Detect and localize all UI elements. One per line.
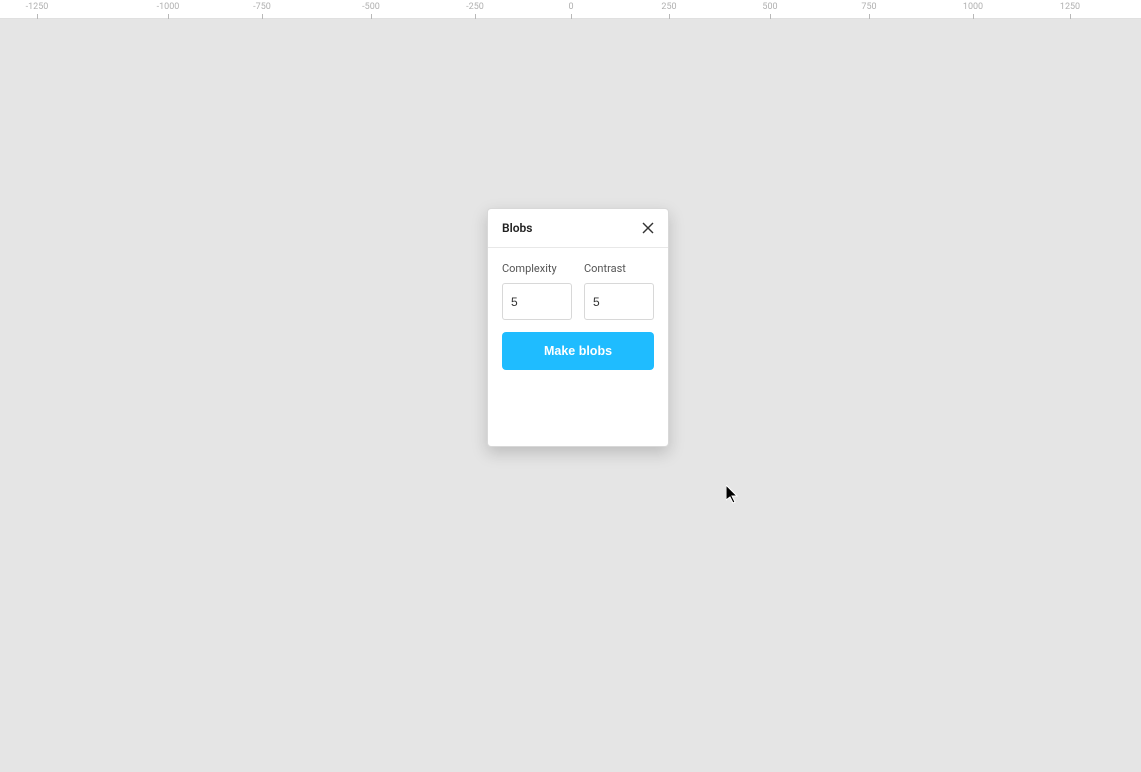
- complexity-input[interactable]: [502, 283, 572, 320]
- close-icon[interactable]: [642, 222, 654, 234]
- complexity-label: Complexity: [502, 262, 572, 275]
- ruler-tick-label: -1000: [157, 2, 180, 12]
- complexity-field-group: Complexity: [502, 262, 572, 320]
- make-blobs-button[interactable]: Make blobs: [502, 332, 654, 370]
- ruler-tick-label: 0: [568, 2, 573, 12]
- ruler-tick-label: 1250: [1060, 2, 1080, 12]
- blobs-dialog: Blobs Complexity Contrast Make blobs: [487, 208, 669, 447]
- ruler-tick-label: 750: [861, 2, 876, 12]
- ruler-tick-label: 250: [661, 2, 676, 12]
- dialog-body: Complexity Contrast Make blobs: [488, 248, 668, 370]
- dialog-header: Blobs: [488, 209, 668, 248]
- ruler-tick-label: 1000: [963, 2, 983, 12]
- ruler-tick-label: -750: [253, 2, 271, 12]
- field-row: Complexity Contrast: [502, 262, 654, 320]
- ruler-tick-label: -250: [466, 2, 484, 12]
- ruler-tick-label: -1250: [26, 2, 49, 12]
- contrast-field-group: Contrast: [584, 262, 654, 320]
- contrast-label: Contrast: [584, 262, 654, 275]
- horizontal-ruler[interactable]: -1250 -1000 -750 -500 -250 0 250 500 750 1000 1250: [0, 0, 1141, 19]
- ruler-tick-label: -500: [362, 2, 380, 12]
- dialog-title: Blobs: [502, 221, 532, 235]
- ruler-tick-label: 500: [762, 2, 777, 12]
- contrast-input[interactable]: [584, 283, 654, 320]
